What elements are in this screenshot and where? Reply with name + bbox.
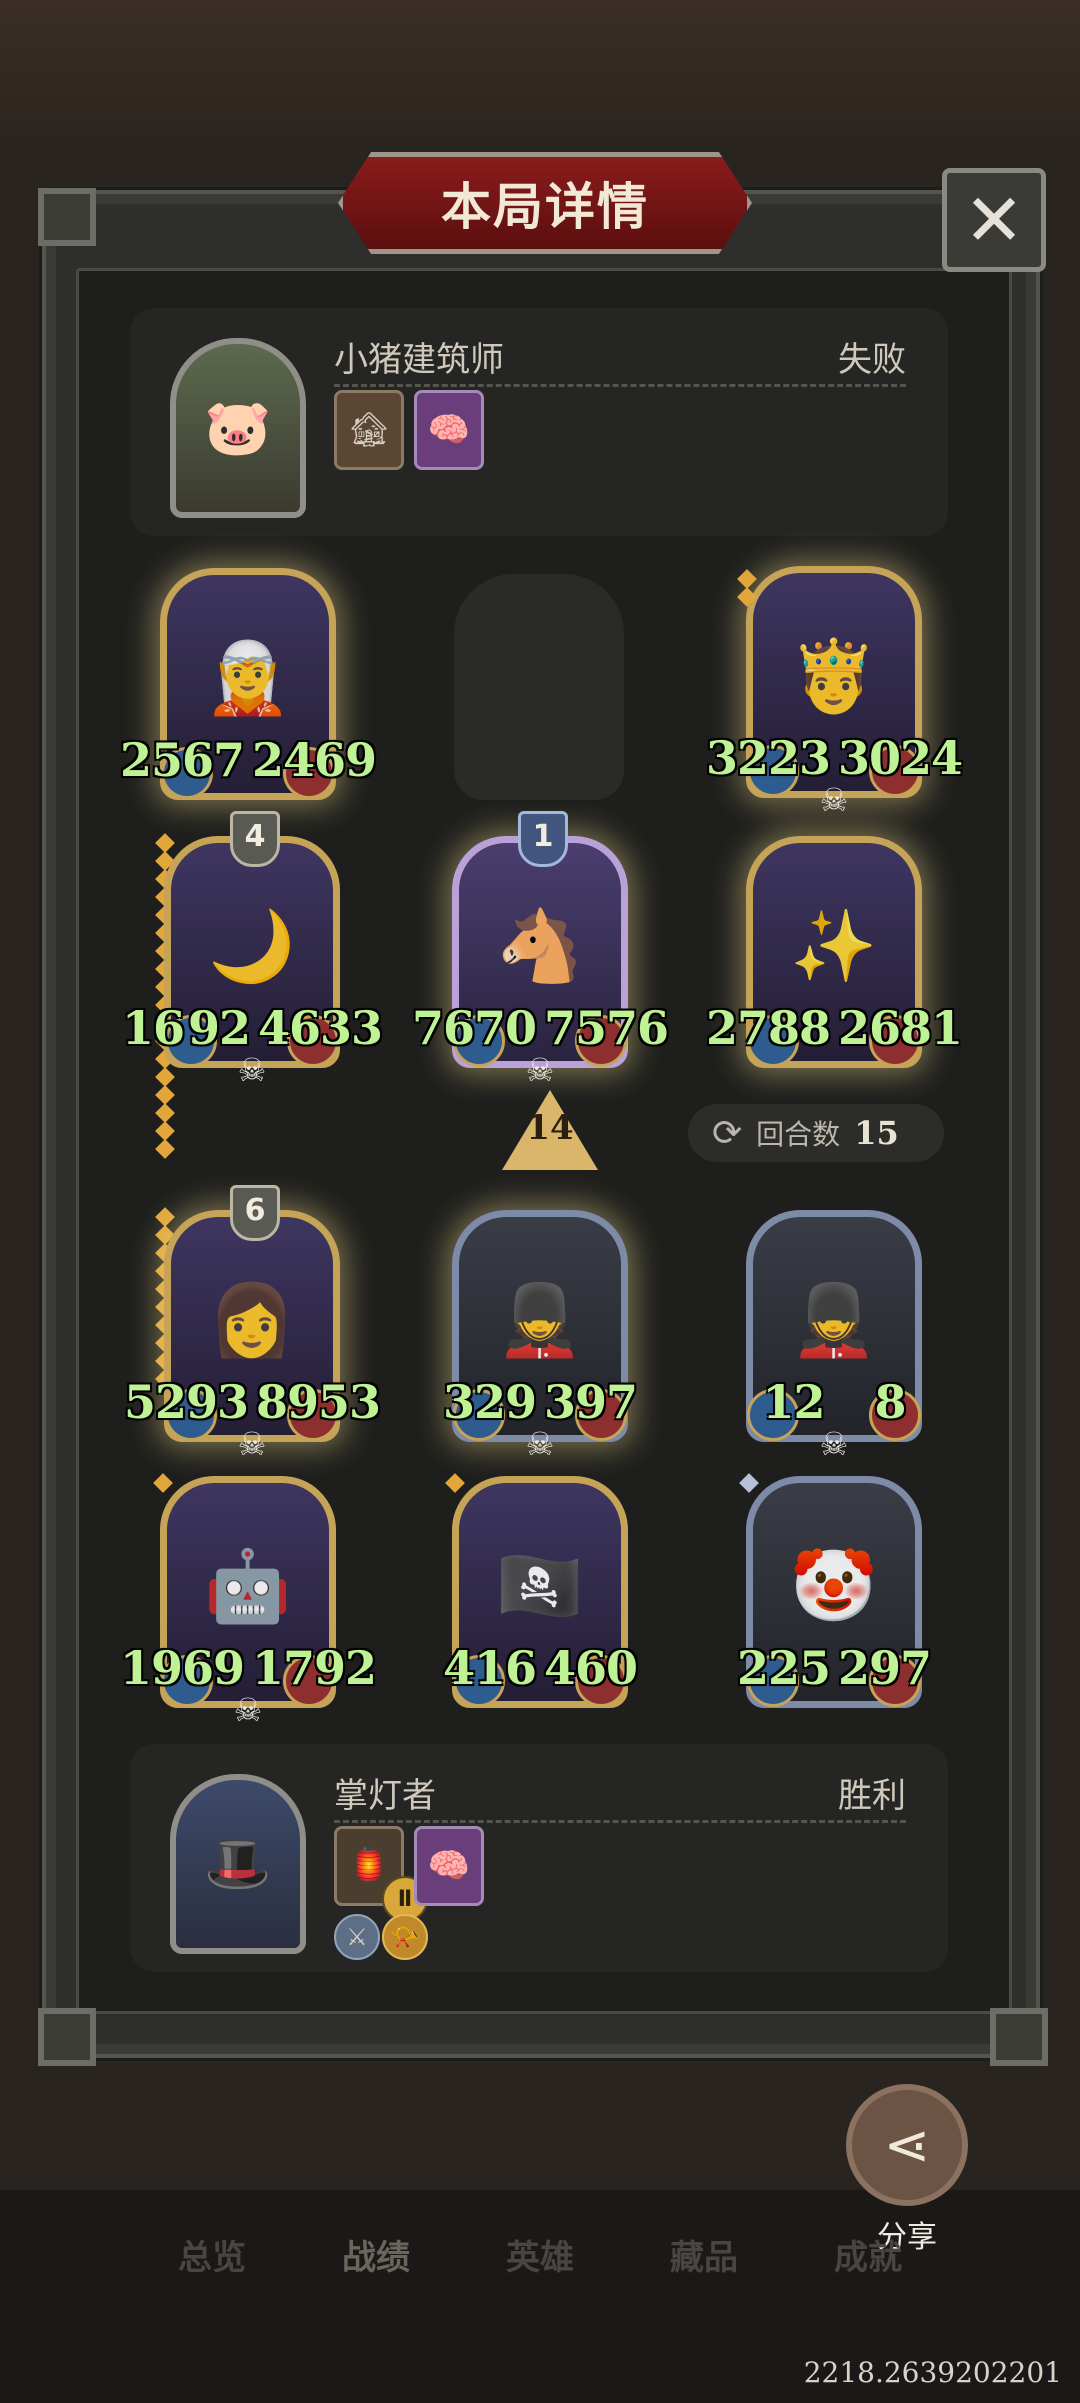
card-stats: 416 460 bbox=[399, 1641, 681, 1695]
nav-tab-achievements[interactable]: 成就 bbox=[834, 2230, 902, 2290]
card-stats: 12 8 bbox=[693, 1375, 975, 1429]
attack-value: 3223 bbox=[705, 731, 831, 785]
share-icon: ⋖ bbox=[883, 2112, 931, 2178]
health-value: 397 bbox=[544, 1375, 638, 1429]
attack-value: 1969 bbox=[119, 1641, 245, 1695]
background-top bbox=[0, 0, 1080, 140]
attack-value: 225 bbox=[736, 1641, 831, 1695]
minion-card-horse-spirit[interactable]: 1 🐴 7670 7576 ☠ bbox=[412, 811, 669, 1087]
sword-skill-icon[interactable]: ⚔ bbox=[334, 1914, 380, 1960]
card-stats: 1969 1792 bbox=[107, 1641, 389, 1695]
skull-icon: ☠ bbox=[819, 1425, 849, 1463]
attack-value-overlap: 92 bbox=[187, 1001, 251, 1055]
empty-card-slot bbox=[454, 574, 624, 800]
share-button[interactable]: ⋖ bbox=[846, 2084, 968, 2206]
turn-label: 回合数 bbox=[756, 1118, 841, 1151]
attack-value: 329 bbox=[442, 1375, 537, 1429]
health-value: 460 bbox=[544, 1641, 638, 1695]
nav-tab-collection[interactable]: 藏品 bbox=[670, 2230, 738, 2290]
nav-tab-overview[interactable]: 总览 bbox=[178, 2230, 246, 2290]
health-value: 1792 bbox=[252, 1641, 377, 1695]
minion-card-clown[interactable]: 🤡 225 297 bbox=[737, 1476, 932, 1708]
attack-value: 7670 bbox=[411, 1001, 537, 1055]
minion-card-starry-girl[interactable]: ✨ 2788 2681 bbox=[706, 836, 963, 1068]
health-value: 297 bbox=[838, 1641, 932, 1695]
corner-ornament bbox=[38, 2008, 96, 2066]
skull-icon: ☠ bbox=[819, 781, 849, 819]
self-name: 掌灯者 bbox=[334, 1776, 436, 1816]
attack-value: 12 bbox=[762, 1375, 825, 1429]
pig-builder-avatar-icon[interactable]: 🐷 bbox=[170, 338, 306, 518]
opponent-result: 失败 bbox=[838, 340, 906, 380]
building-item-icon[interactable]: 🏚 bbox=[334, 390, 404, 470]
attack-value: 16 bbox=[121, 1001, 185, 1055]
brain-item-icon[interactable]: 🧠 bbox=[414, 390, 484, 470]
attack-value: 2788 bbox=[705, 1001, 831, 1055]
turn-counter: ⟳ 回合数 15 bbox=[688, 1104, 944, 1162]
skull-icon: ☠ bbox=[233, 1691, 263, 1729]
health-value: 2681 bbox=[838, 1001, 963, 1055]
minion-card-night-mage[interactable]: 4 🌙 16 92 4633 ☠ bbox=[122, 811, 383, 1087]
horn-skill-icon[interactable]: 📯 bbox=[382, 1914, 428, 1960]
brain-item-icon[interactable]: 🧠 bbox=[414, 1826, 484, 1906]
corner-ornament bbox=[990, 2008, 1048, 2066]
arrow-value: 14 bbox=[526, 1108, 574, 1148]
skull-icon: ☠ bbox=[237, 1425, 267, 1463]
close-button[interactable]: ✕ bbox=[942, 168, 1046, 272]
minion-card-mechanic[interactable]: 6 👩 5293 8953 ☠ bbox=[124, 1185, 381, 1461]
attack-value: 416 bbox=[442, 1641, 537, 1695]
silver-pips bbox=[739, 1473, 759, 1493]
minion-card-king[interactable]: 🤴 3223 3024 ☠ bbox=[706, 566, 963, 817]
card-stats: 225 297 bbox=[693, 1641, 975, 1695]
health-value: 8953 bbox=[256, 1375, 381, 1429]
card-stats: 3223 3024 bbox=[693, 731, 975, 785]
divider bbox=[334, 384, 906, 387]
opponent-name: 小猪建筑师 bbox=[334, 340, 504, 380]
close-icon: ✕ bbox=[963, 178, 1025, 262]
corner-ornament bbox=[38, 188, 96, 246]
skull-icon: ☠ bbox=[237, 1051, 267, 1089]
card-stats: 5293 8953 bbox=[111, 1375, 393, 1429]
attack-value: 2567 bbox=[119, 733, 245, 787]
minion-card-toy-soldier[interactable]: 💂 329 397 ☠ bbox=[443, 1210, 638, 1461]
self-result: 胜利 bbox=[838, 1776, 906, 1816]
skull-icon: ☠ bbox=[525, 1425, 555, 1463]
gold-pips bbox=[153, 1473, 173, 1493]
minion-card-astronaut[interactable]: 🤖 1969 1792 ☠ bbox=[120, 1476, 377, 1727]
turn-count: 15 bbox=[854, 1114, 899, 1152]
health-value: 4633 bbox=[258, 1001, 383, 1055]
card-stats: 16 92 4633 bbox=[111, 1001, 393, 1055]
health-value: 8 bbox=[874, 1375, 907, 1429]
card-stats: 2788 2681 bbox=[693, 1001, 975, 1055]
minion-card-toy-soldier[interactable]: 💂 12 8 ☠ bbox=[746, 1210, 922, 1461]
gold-pips bbox=[445, 1473, 465, 1493]
nav-tab-records[interactable]: 战绩 bbox=[342, 2230, 410, 2290]
self-panel: 🎩 掌灯者 胜利 🏮 Ⅱ 🧠 ⚔ 📯 bbox=[130, 1744, 948, 1972]
health-value: 2469 bbox=[252, 733, 377, 787]
lamplighter-avatar-icon[interactable]: 🎩 bbox=[170, 1774, 306, 1954]
card-stats: 329 397 bbox=[399, 1375, 681, 1429]
skull-icon: ☠ bbox=[525, 1051, 555, 1089]
minion-card-pirate[interactable]: 🏴‍☠️ 416 460 bbox=[443, 1476, 638, 1708]
card-stats: 2567 2469 bbox=[107, 733, 389, 787]
health-value: 3024 bbox=[838, 731, 963, 785]
health-value: 7576 bbox=[544, 1001, 669, 1055]
dialog-title: 本局详情 bbox=[441, 177, 649, 236]
nav-tab-heroes[interactable]: 英雄 bbox=[506, 2230, 574, 2290]
card-stats: 7670 7576 bbox=[399, 1001, 681, 1055]
user-id: 2218.2639202201 bbox=[803, 2356, 1062, 2389]
refresh-icon: ⟳ bbox=[712, 1112, 743, 1154]
attack-value: 5293 bbox=[123, 1375, 249, 1429]
title-plate: 本局详情 bbox=[338, 152, 752, 254]
opponent-panel: 🐷 小猪建筑师 失败 🏚 🧠 bbox=[130, 308, 948, 536]
bottom-nav: 总览 战绩 英雄 藏品 成就 bbox=[0, 2230, 1080, 2290]
minion-card-sorceress[interactable]: 🧝 2567 2469 bbox=[120, 568, 377, 800]
gold-pips bbox=[737, 569, 757, 607]
divider bbox=[334, 1820, 906, 1823]
